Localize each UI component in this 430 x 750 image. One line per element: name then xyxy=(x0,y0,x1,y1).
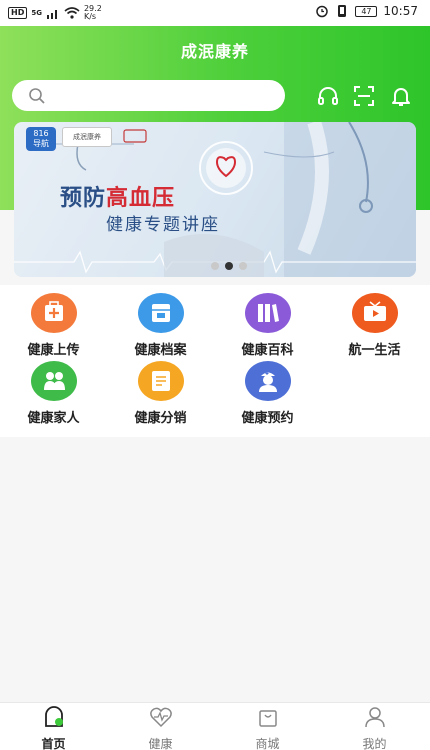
pagination-dot[interactable] xyxy=(239,262,247,270)
pagination-dot-active[interactable] xyxy=(225,262,233,270)
grid-item-health-family[interactable]: 健康家人 xyxy=(0,361,107,426)
grid-label: 航一生活 xyxy=(348,343,401,358)
tab-label: 我的 xyxy=(362,737,387,750)
banner-logo: 成泯康养 xyxy=(62,127,112,147)
grid-label: 健康家人 xyxy=(27,411,80,426)
search-input[interactable] xyxy=(52,80,272,111)
grid-label: 健康上传 xyxy=(27,343,80,358)
wifi-icon xyxy=(64,7,80,19)
badge-816-sub: 导航 xyxy=(33,139,49,148)
banner-subtitle: 健康专题讲座 xyxy=(106,215,220,235)
nurse-icon xyxy=(244,361,291,401)
tab-mine[interactable]: 我的 xyxy=(321,706,428,750)
search-icon xyxy=(29,88,45,104)
tab-home[interactable]: 首页 xyxy=(0,706,107,750)
signal-icon xyxy=(46,9,57,19)
banner-headline-prefix: 预防 xyxy=(60,186,107,211)
grid-item-health-upload[interactable]: 健康上传 xyxy=(0,293,107,358)
archive-box-icon xyxy=(137,293,184,333)
function-grid: 健康上传 健康档案 健康百科 航一生活 健康家人 健康分销 健康预约 xyxy=(0,285,430,437)
books-icon xyxy=(244,293,291,333)
pagination-dot[interactable] xyxy=(211,262,219,270)
alarm-icon xyxy=(316,5,329,18)
grid-item-hangyi-life[interactable]: 航一生活 xyxy=(321,293,428,358)
banner-headline-highlight: 高血压 xyxy=(106,186,176,211)
family-icon xyxy=(30,361,77,401)
grid-item-health-encyclopedia[interactable]: 健康百科 xyxy=(214,293,321,358)
grid-label: 健康百科 xyxy=(241,343,294,358)
grid-label: 健康分销 xyxy=(134,411,187,426)
banner-headline: 预防高血压 xyxy=(60,180,175,212)
user-icon xyxy=(364,707,385,728)
search-bar[interactable] xyxy=(12,80,285,111)
tab-label: 健康 xyxy=(148,737,173,750)
home-icon xyxy=(44,706,63,727)
tab-label: 商城 xyxy=(255,737,280,750)
grid-label: 健康档案 xyxy=(134,343,187,358)
grid-item-health-archive[interactable]: 健康档案 xyxy=(107,293,214,358)
document-icon xyxy=(137,361,184,401)
badge-816-number: 816 xyxy=(33,129,49,138)
grid-item-health-appointment[interactable]: 健康预约 xyxy=(214,361,321,426)
promo-banner[interactable]: 816 导航 成泯康养 预防高血压 健康专题讲座 xyxy=(14,122,416,277)
medkit-icon xyxy=(30,293,77,333)
net-speed: 29.2 K/s xyxy=(84,5,102,21)
shopping-bag-icon xyxy=(258,710,277,727)
grid-label: 健康预约 xyxy=(241,411,294,426)
signal-label: 5G xyxy=(31,9,42,17)
vibrate-icon xyxy=(338,5,347,17)
status-bar: HD 5G 29.2 K/s 47 10:57 xyxy=(0,0,430,26)
bell-icon[interactable] xyxy=(389,84,413,108)
banner-pagination xyxy=(211,262,247,270)
net-speed-unit: K/s xyxy=(83,12,97,21)
hd-badge: HD xyxy=(8,7,28,19)
headset-icon[interactable] xyxy=(316,84,340,108)
app-screen: HD 5G 29.2 K/s 47 10:57 成泯康养 816 导航 成泯康养… xyxy=(0,0,430,750)
clock: 10:57 xyxy=(383,4,418,18)
heart-pulse-icon xyxy=(149,707,172,728)
battery-indicator: 47 xyxy=(355,5,378,17)
bottom-tab-bar: 首页 健康 商城 我的 xyxy=(0,702,430,750)
tv-play-icon xyxy=(351,293,398,333)
tab-health[interactable]: 健康 xyxy=(107,706,214,750)
tab-mall[interactable]: 商城 xyxy=(214,706,321,750)
badge-816: 816 导航 xyxy=(26,127,56,151)
scan-icon[interactable] xyxy=(352,84,376,108)
tab-label: 首页 xyxy=(41,737,66,750)
app-title: 成泯康养 xyxy=(180,42,249,61)
grid-item-health-distribution[interactable]: 健康分销 xyxy=(107,361,214,426)
